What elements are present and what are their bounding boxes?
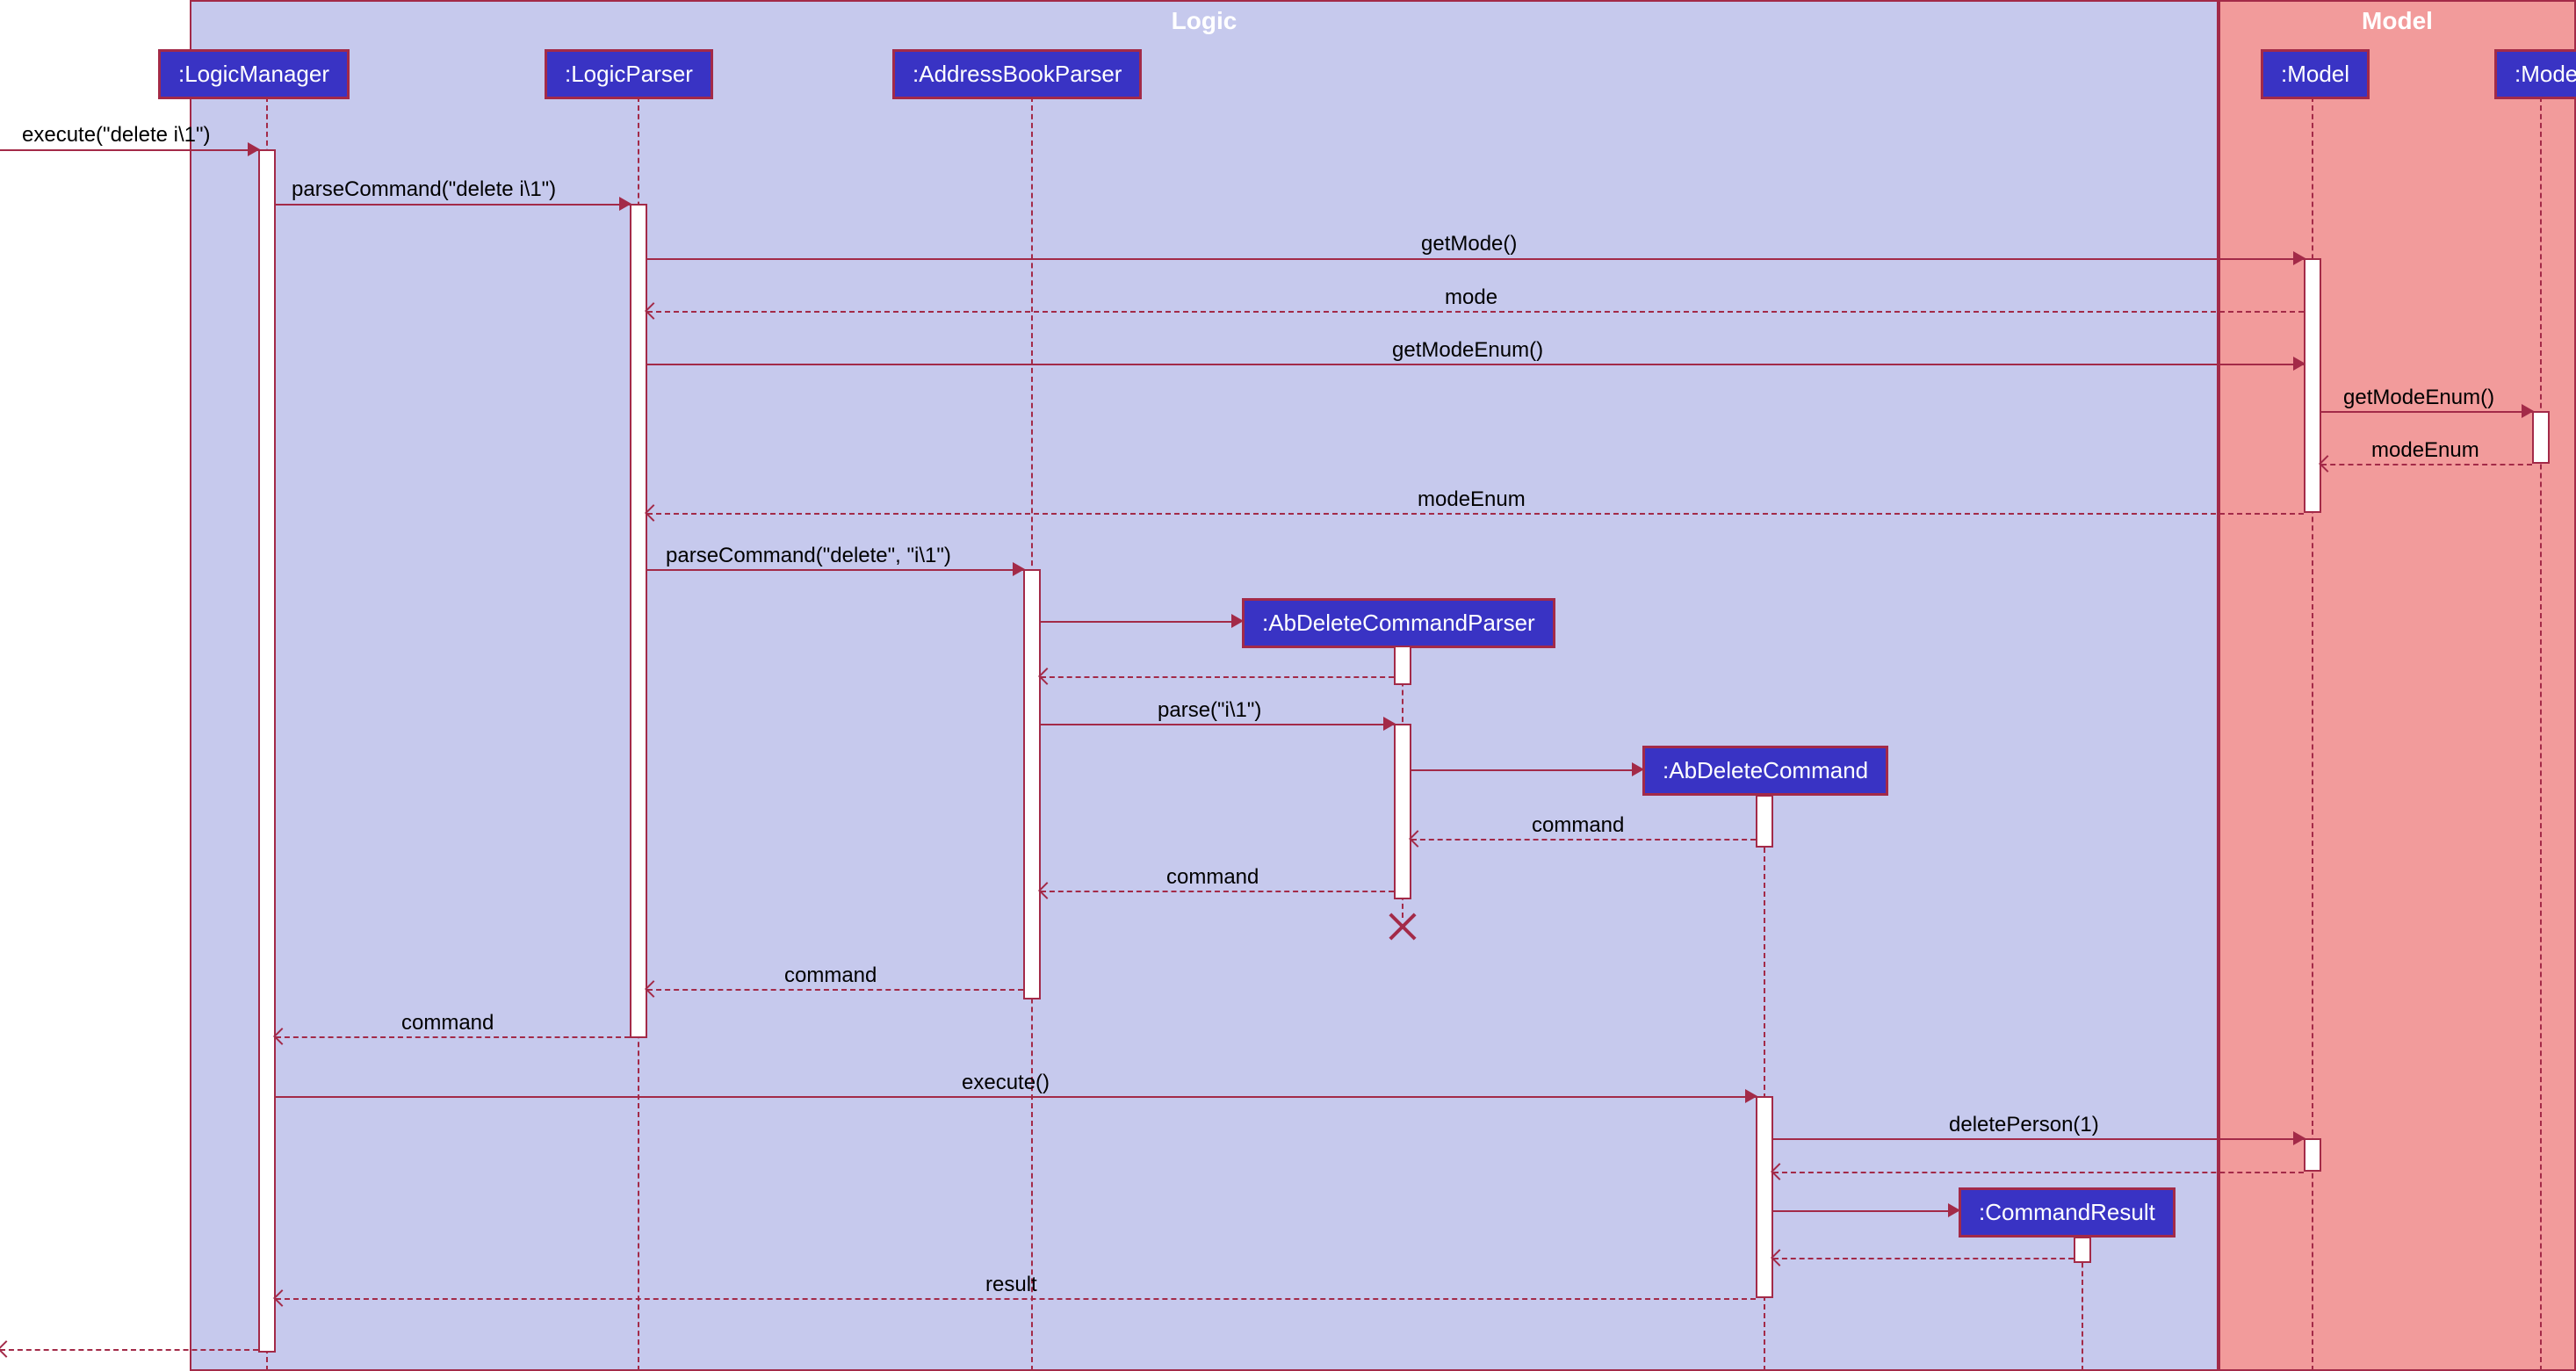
participant-commandresult: :CommandResult xyxy=(1959,1187,2176,1238)
label-parse: parse("i\1") xyxy=(1158,698,1261,723)
msg-getmode xyxy=(647,258,2304,260)
participant-addressbookparser: :AddressBookParser xyxy=(892,49,1142,99)
msg-result-return xyxy=(1773,1258,2074,1259)
arrow xyxy=(2293,1131,2305,1145)
label-getmodeenum1: getModeEnum() xyxy=(1392,338,1543,363)
activation-model-1 xyxy=(2304,258,2321,513)
arrow xyxy=(1231,614,1244,628)
destroy-icon xyxy=(1389,913,1416,940)
activation-logicmanager xyxy=(258,149,276,1353)
msg-execute1 xyxy=(0,149,258,151)
label-command4: command xyxy=(401,1011,494,1035)
msg-parse xyxy=(1041,724,1394,725)
label-command1: command xyxy=(1532,813,1624,838)
label-getmodeenum2: getModeEnum() xyxy=(2343,386,2494,410)
activation-mode xyxy=(2532,411,2550,464)
arrow xyxy=(2293,251,2305,265)
activation-abdeletecommandparser-1 xyxy=(1394,646,1411,685)
activation-model-2 xyxy=(2304,1138,2321,1172)
arrow xyxy=(2293,357,2305,371)
msg-command-return3 xyxy=(647,989,1023,991)
label-command3: command xyxy=(784,963,877,988)
msg-modeenum-return1 xyxy=(2321,464,2532,465)
msg-execute2 xyxy=(276,1096,1756,1098)
label-modeenum1: modeEnum xyxy=(2371,438,2479,463)
participant-abdeletecommand: :AbDeleteCommand xyxy=(1642,746,1888,796)
model-title: Model xyxy=(2220,7,2574,35)
label-execute2: execute() xyxy=(962,1071,1050,1095)
label-command2: command xyxy=(1166,865,1259,890)
activation-logicparser xyxy=(630,204,647,1038)
arrow xyxy=(1013,562,1025,576)
label-deleteperson: deletePerson(1) xyxy=(1949,1113,2099,1137)
participant-logicmanager: :LogicManager xyxy=(158,49,350,99)
participant-model: :Model xyxy=(2261,49,2370,99)
msg-getmodeenum2 xyxy=(2321,411,2532,413)
msg-final-return xyxy=(0,1349,258,1351)
arrow xyxy=(248,142,260,156)
label-execute1: execute("delete i\1") xyxy=(22,123,211,148)
msg-command-return2 xyxy=(1041,891,1394,892)
label-modeenum2: modeEnum xyxy=(1418,487,1526,512)
activation-addressbookparser xyxy=(1023,569,1041,999)
participant-abdeletecommandparser: :AbDeleteCommandParser xyxy=(1242,598,1555,648)
label-getmode: getMode() xyxy=(1421,232,1517,256)
label-mode: mode xyxy=(1445,285,1497,310)
msg-command-return1 xyxy=(1411,839,1756,841)
msg-result xyxy=(276,1298,1756,1300)
msg-create-command xyxy=(1411,769,1642,771)
logic-container: Logic xyxy=(190,0,2219,1371)
msg-deleteperson xyxy=(1773,1138,2304,1140)
arrow xyxy=(1632,762,1644,776)
arrow xyxy=(619,197,631,211)
label-parsecommand2: parseCommand("delete", "i\1") xyxy=(666,544,951,568)
arrow xyxy=(0,1340,15,1358)
label-parsecommand1: parseCommand("delete i\1") xyxy=(292,177,556,202)
msg-deleteperson-return xyxy=(1773,1172,2304,1173)
arrow xyxy=(1745,1089,1757,1103)
model-container: Model xyxy=(2219,0,2576,1371)
activation-commandresult xyxy=(2074,1237,2091,1263)
lifeline-mode xyxy=(2540,97,2542,1371)
activation-abdeletecommand-1 xyxy=(1756,795,1773,848)
msg-create-parser-return xyxy=(1041,676,1394,678)
arrow xyxy=(2522,404,2534,418)
arrow xyxy=(1383,717,1396,731)
label-result: result xyxy=(985,1273,1037,1297)
msg-parsecommand2 xyxy=(647,569,1023,571)
logic-title: Logic xyxy=(191,7,2217,35)
msg-create-result xyxy=(1773,1210,1958,1212)
msg-command-return4 xyxy=(276,1036,630,1038)
participant-mode: :Mode xyxy=(2494,49,2576,99)
msg-getmodeenum1 xyxy=(647,364,2304,365)
msg-parsecommand1 xyxy=(276,204,630,206)
msg-create-parser xyxy=(1041,621,1241,623)
arrow xyxy=(1948,1203,1960,1217)
msg-modeenum-return2 xyxy=(647,513,2304,515)
activation-abdeletecommand-2 xyxy=(1756,1096,1773,1298)
activation-abdeletecommandparser-2 xyxy=(1394,724,1411,899)
msg-mode-return xyxy=(647,311,2304,313)
participant-logicparser: :LogicParser xyxy=(545,49,713,99)
